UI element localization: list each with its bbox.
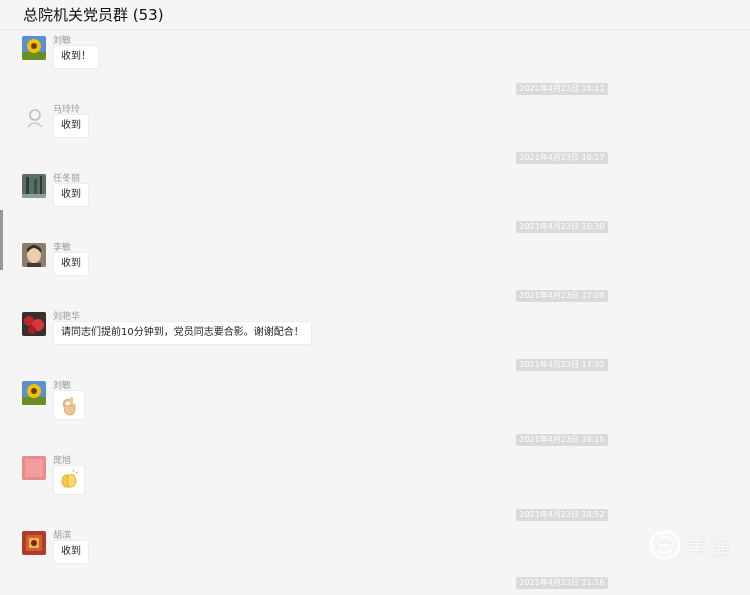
message-bubble[interactable] xyxy=(53,465,85,495)
message-bubble[interactable]: 收到 xyxy=(53,540,89,564)
message-bubble[interactable]: 请同志们提前10分钟到，党员同志要合影。谢谢配合！ xyxy=(53,321,312,345)
clapping-hands-icon xyxy=(61,469,79,488)
avatar[interactable] xyxy=(22,36,46,60)
message-item: 胡滨 收到 xyxy=(0,525,750,585)
avatar[interactable] xyxy=(22,381,46,405)
avatar[interactable] xyxy=(22,174,46,198)
chat-header: 总院机关党员群 (53) xyxy=(0,0,750,30)
message-item: 刘敏 收到！ xyxy=(0,30,750,90)
message-bubble[interactable] xyxy=(53,390,85,420)
timestamp: 2021年4月23日 16:11 xyxy=(516,83,608,95)
sketch-avatar-icon xyxy=(22,105,46,129)
timestamp: 2021年4月23日 16:17 xyxy=(516,152,608,164)
ok-hand-icon xyxy=(62,397,76,416)
meipian-watermark: 美篇 xyxy=(648,528,744,562)
flowers-avatar-icon xyxy=(22,312,46,336)
timestamp: 2021年4月23日 18:15 xyxy=(516,434,608,446)
group-title: 总院机关党员群 (53) xyxy=(23,6,164,24)
timestamp: 2021年4月23日 18:52 xyxy=(516,509,608,521)
forest-avatar-icon xyxy=(22,174,46,198)
sunflower-avatar-icon xyxy=(22,381,46,405)
timestamp: 2021年4月23日 17:08 xyxy=(516,290,608,302)
avatar[interactable] xyxy=(22,312,46,336)
timestamp: 2021年4月23日 21:16 xyxy=(516,577,608,589)
message-bubble[interactable]: 收到 xyxy=(53,183,89,207)
message-bubble[interactable]: 收到！ xyxy=(53,45,99,69)
message-item: 刘艳华 请同志们提前10分钟到，党员同志要合影。谢谢配合！ xyxy=(0,306,750,366)
meipian-logo-icon xyxy=(649,530,681,560)
portrait-avatar-icon xyxy=(22,243,46,267)
message-bubble[interactable]: 收到 xyxy=(53,114,89,138)
message-item: 李敏 收到 xyxy=(0,237,750,297)
watermark-text: 美篇 xyxy=(686,536,733,561)
pink-avatar-icon xyxy=(22,456,46,480)
message-item: 任冬丽 收到 xyxy=(0,168,750,228)
message-item: 刘敏 xyxy=(0,375,750,435)
sunflower-avatar-icon xyxy=(22,36,46,60)
message-bubble[interactable]: 收到 xyxy=(53,252,89,276)
message-list[interactable]: 刘敏 收到！ 2021年4月23日 16:11 马玲玲 收到 2021年4月23… xyxy=(0,30,750,595)
timestamp: 2021年4月23日 16:30 xyxy=(516,221,608,233)
avatar[interactable] xyxy=(22,456,46,480)
timestamp: 2021年4月23日 17:32 xyxy=(516,359,608,371)
avatar[interactable] xyxy=(22,531,46,555)
red-art-avatar-icon xyxy=(22,531,46,555)
message-item: 庞旭 xyxy=(0,450,750,510)
avatar[interactable] xyxy=(22,243,46,267)
avatar[interactable] xyxy=(22,105,46,129)
message-item: 马玲玲 收到 xyxy=(0,99,750,159)
